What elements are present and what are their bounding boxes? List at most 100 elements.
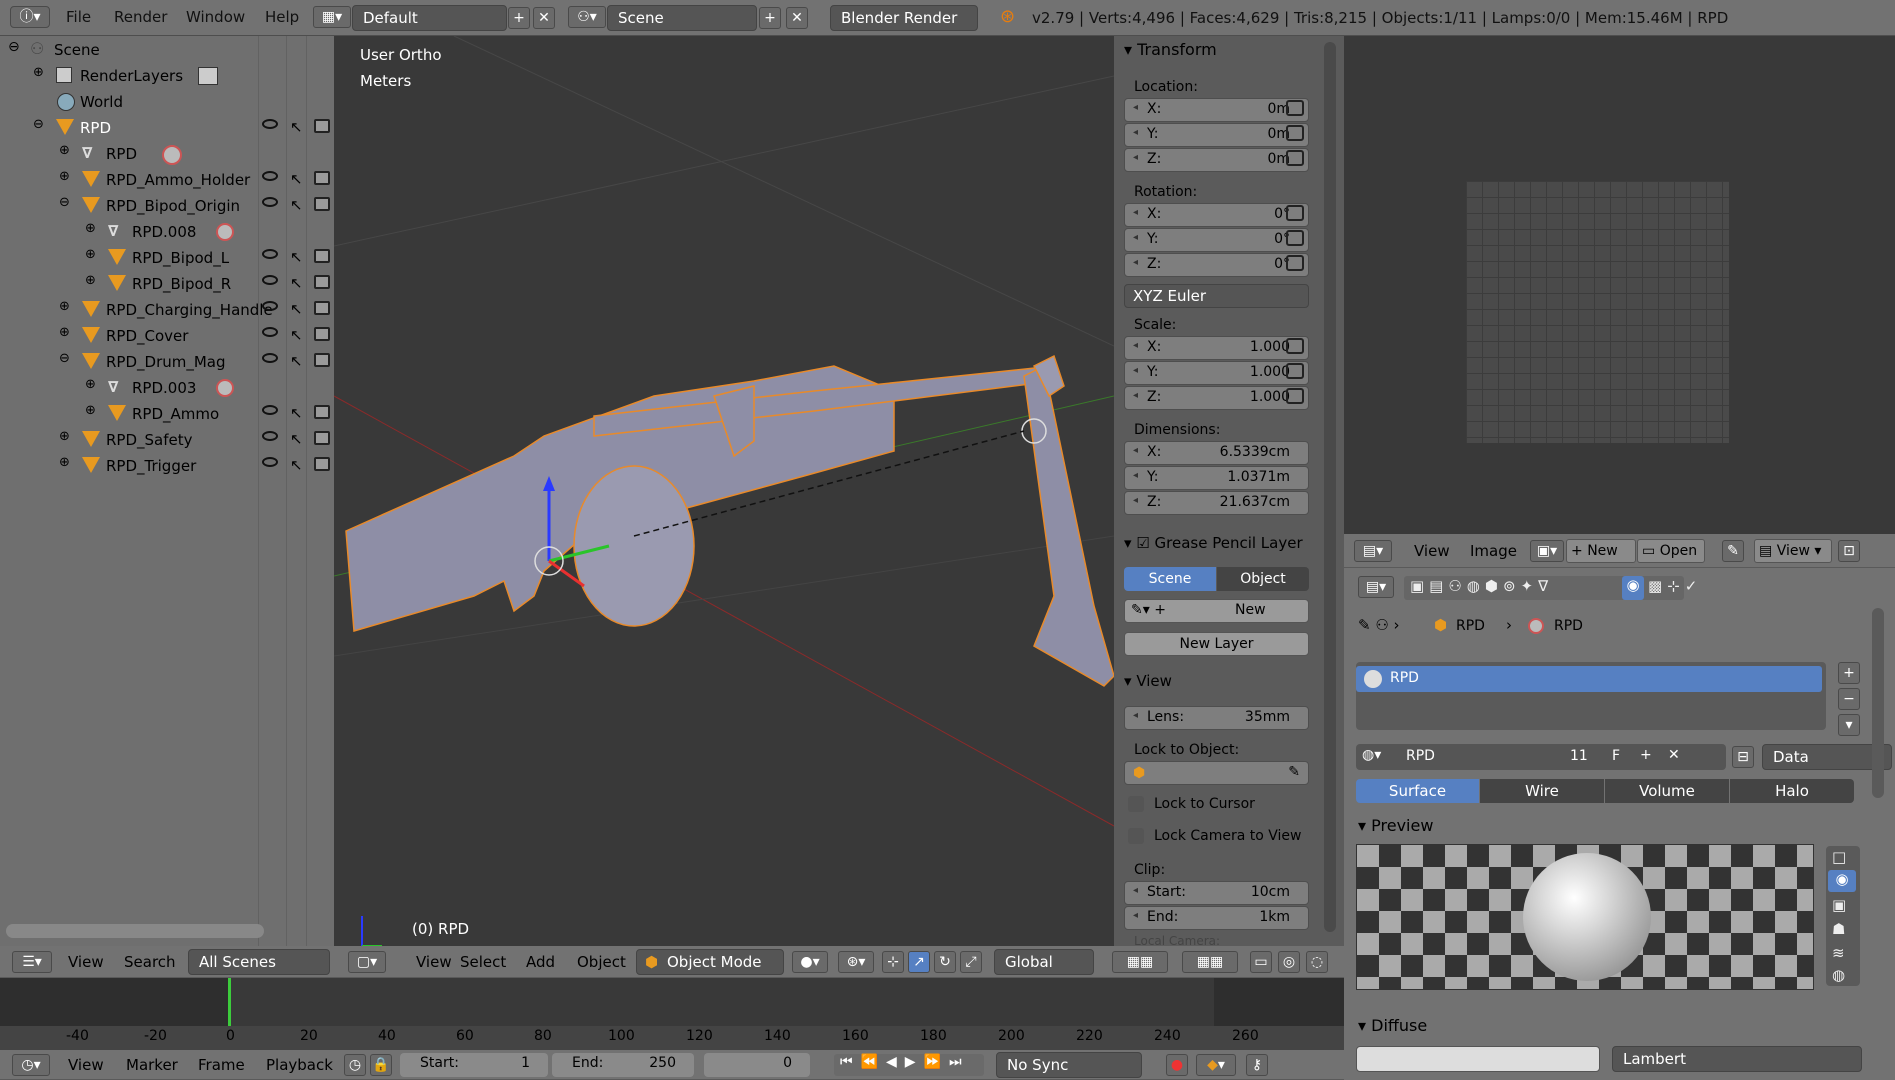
context-tabs[interactable]: ▣▤⚇◍⬢⊚✦∇ ◉ ▩⊹✓ [1404,576,1697,600]
grease-pencil-header[interactable]: ▾ ☑ Grease Pencil Layer [1124,534,1303,552]
expand-icon[interactable]: ⊕ [85,247,96,262]
outliner-row-rpd-mesh[interactable]: ⊕ ∇ RPD [0,141,334,167]
lock-icon[interactable] [1286,338,1304,354]
interaction-mode-select[interactable]: ⬢ Object Mode [636,949,784,975]
lock-icon[interactable] [1286,100,1304,116]
pivot-point-icon[interactable]: ⊛▾ [838,951,874,973]
preview-range-icon[interactable]: ◷ [344,1054,366,1076]
lock-icon[interactable] [1286,205,1304,221]
image-menu-view[interactable]: View [1414,542,1450,560]
select-cursor-icon[interactable]: ↖ [290,118,303,136]
playback-controls[interactable]: ⏮⏪◀▶⏩⏭ [834,1054,984,1076]
timeline-menu-marker[interactable]: Marker [126,1056,178,1074]
tab-halo[interactable]: Halo [1730,779,1854,803]
add-slot-icon[interactable]: + [1838,662,1860,684]
render-camera-icon[interactable] [314,457,330,471]
material-datablock[interactable]: ◍▾ RPD 11 F + ✕ [1356,744,1726,770]
render-camera-icon[interactable] [314,327,330,341]
outliner-row-bipod-origin[interactable]: ⊖ RPD_Bipod_Origin ↖ [0,193,334,219]
clip-start-field[interactable]: ◂ Start: 10cm [1124,881,1309,905]
outliner-row-rpd-object[interactable]: ⊖ RPD ↖ [0,115,334,141]
expand-icon[interactable]: ⊕ [85,377,96,392]
lock-layers-icon[interactable]: ▭ [1250,951,1272,973]
select-cursor-icon[interactable]: ↖ [290,196,303,214]
lock-icon[interactable] [1286,255,1304,271]
outliner-row-world[interactable]: World [0,89,334,115]
expand-icon[interactable]: ⊕ [59,429,70,444]
lock-icon[interactable] [1286,150,1304,166]
end-frame-field[interactable]: End: 250 [552,1053,694,1077]
dimension-z-field[interactable]: ◂ Z: 21.637cm [1124,491,1309,515]
remove-layout-icon[interactable]: ✕ [533,7,555,29]
sync-mode-select[interactable]: No Sync [996,1052,1142,1078]
outliner-row-drum-mag[interactable]: ⊖ RPD_Drum_Mag ↖ [0,349,334,375]
render-camera-icon[interactable] [314,405,330,419]
snap-icon[interactable]: ⊡ [1838,540,1860,562]
viewport-menu-select[interactable]: Select [460,953,506,971]
outliner-row-charging-handle[interactable]: ⊕ RPD_Charging_Handle ↖ [0,297,334,323]
layout-field[interactable]: Default [352,5,507,31]
scale-z-field[interactable]: ◂ Z: 1.000 [1124,386,1309,410]
lock-frame-icon[interactable]: 🔒 [370,1054,392,1076]
viewport-menu-add[interactable]: Add [526,953,555,971]
outliner-row-trigger[interactable]: ⊕ RPD_Trigger ↖ [0,453,334,479]
menu-window[interactable]: Window [186,8,245,26]
current-frame-field[interactable]: 0 [704,1053,810,1077]
current-frame-indicator[interactable] [228,978,231,1026]
properties-scrollbar[interactable] [1872,608,1884,798]
visibility-eye-icon[interactable] [262,457,278,467]
collapse-icon[interactable]: ⊖ [33,117,44,132]
manipulator-icon[interactable]: ⊹ [882,951,904,973]
viewport-menu-object[interactable]: Object [577,953,626,971]
keying-icon[interactable]: ◆▾ [1196,1054,1236,1076]
material-slot-list[interactable]: RPD [1356,662,1826,730]
visibility-eye-icon[interactable] [262,197,278,207]
dimension-x-field[interactable]: ◂ X: 6.5339cm [1124,441,1309,465]
gp-new-layer-button[interactable]: New Layer [1124,632,1309,656]
menu-file[interactable]: File [66,8,91,26]
select-cursor-icon[interactable]: ↖ [290,456,303,474]
expand-icon[interactable]: ⊕ [59,143,70,158]
outliner-row-renderlayers[interactable]: ⊕ RenderLayers [0,63,334,89]
menu-help[interactable]: Help [265,8,299,26]
expand-icon[interactable]: ⊕ [59,299,70,314]
render-camera-icon[interactable] [314,353,330,367]
scene-field[interactable]: Scene [607,5,757,31]
link-toggle-icon[interactable]: ⊟ [1732,746,1754,768]
scale-y-field[interactable]: ◂ Y: 1.000 [1124,361,1309,385]
view-mode-select[interactable]: ▤ View ▾ [1754,539,1832,563]
npanel-scrollbar[interactable] [1324,42,1336,932]
visibility-eye-icon[interactable] [262,119,278,129]
diffuse-header[interactable]: ▾ Diffuse [1358,1016,1427,1035]
outliner-row-rpd-008[interactable]: ⊕ ∇ RPD.008 [0,219,334,245]
outliner-filter-select[interactable]: All Scenes [188,949,330,975]
render-camera-icon[interactable] [314,275,330,289]
visibility-eye-icon[interactable] [262,171,278,181]
outliner-menu-view[interactable]: View [68,953,104,971]
expand-icon[interactable]: ⊕ [85,221,96,236]
transform-header[interactable]: ▾ Transform [1124,40,1217,59]
expand-icon[interactable]: ⊕ [59,325,70,340]
material-slot-row[interactable]: RPD [1356,666,1822,692]
timeline-menu-frame[interactable]: Frame [198,1056,245,1074]
scene-icon[interactable]: ⚇▾ [568,6,606,28]
3d-viewport[interactable]: User Ortho Meters (0) RPD [334,36,1114,946]
translate-icon[interactable]: ↗ [908,951,930,973]
tab-volume[interactable]: Volume [1605,779,1729,803]
select-cursor-icon[interactable]: ↖ [290,170,303,188]
rotate-icon[interactable]: ↻ [934,951,956,973]
outliner-row-cover[interactable]: ⊕ RPD_Cover ↖ [0,323,334,349]
layers-grid2-icon[interactable]: ▦▦ [1182,951,1238,973]
render-camera-icon[interactable] [314,197,330,211]
visibility-eye-icon[interactable] [262,275,278,285]
lock-icon[interactable] [1286,230,1304,246]
image-menu-image[interactable]: Image [1470,542,1517,560]
editor-type-icon[interactable]: ▤▾ [1358,576,1394,598]
location-x-field[interactable]: ◂ X: 0m [1124,98,1309,122]
gp-object-tab[interactable]: Object [1217,567,1309,591]
select-cursor-icon[interactable]: ↖ [290,300,303,318]
expand-icon[interactable]: ⊕ [59,169,70,184]
collapse-icon[interactable]: ⊖ [59,195,70,210]
timeline-menu-playback[interactable]: Playback [266,1056,333,1074]
add-scene-icon[interactable]: + [759,7,781,29]
